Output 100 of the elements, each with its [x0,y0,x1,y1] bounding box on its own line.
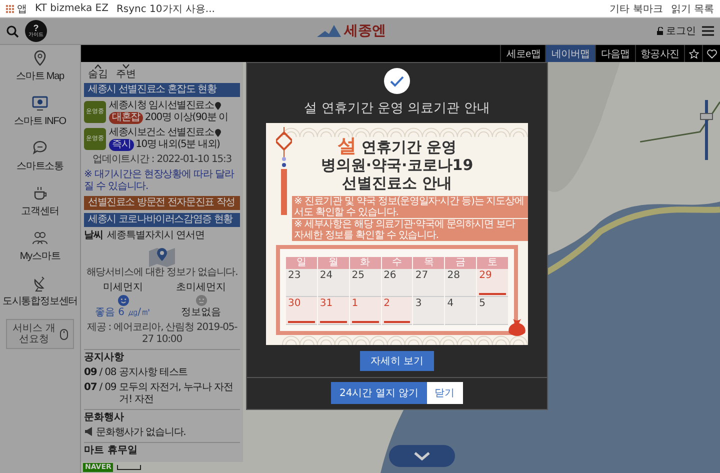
nav-item[interactable]: 스마트 Map [16,49,64,83]
face-icon [118,295,128,306]
calendar-day: 25 [350,269,381,297]
section-title: 마트 휴무일 [84,442,240,457]
clinic-name[interactable]: 세종시보건소 선별진료소 [109,127,214,139]
clinic-name[interactable]: 세종시청 임시선별진료소 [109,100,214,112]
calendar-day: 3 [413,297,444,325]
weekday-header: 목 [413,257,444,269]
dust-label: 초미세먼지 [176,282,226,294]
people-icon [31,229,49,247]
weather-title: 날씨 [84,230,103,242]
bookmark-item[interactable]: Rsync 10가지 사용... [116,2,215,16]
section-title: 문화행사 [84,409,240,424]
poster-title: 병의원·약국·코로나19 [320,156,474,174]
weekday-header: 수 [382,257,412,269]
weather-location: 세종특별자치시 연서면 [107,230,205,242]
calendar-day: 23 [286,269,317,297]
chat-bubble-icon [30,139,49,157]
panel-toggle-button[interactable]: 주변 [116,64,136,80]
calendar-day: 31 [318,297,349,325]
lock-icon [656,27,664,35]
wait-text: 10명 내외(5분 내외) [136,139,220,151]
calendar-day: 5 [477,297,508,325]
details-button[interactable]: 자세히 보기 [360,351,434,371]
star-icon [688,48,698,58]
mouse-icon [60,328,68,340]
dialog-button[interactable]: 닫기 [426,382,463,404]
weekday-header: 월 [318,257,349,269]
update-time: 업데이트시간 : 2022-01-10 15:3 [91,154,233,166]
site-logo[interactable]: 세종엔 [344,22,386,40]
link-banner[interactable]: 선별진료소 방문전 전자문진표 작성 [84,196,240,210]
favorite-button[interactable] [684,45,702,62]
calendar-day: 24 [318,269,349,297]
poster-title: 선별진료소 안내 [342,174,452,192]
poster-note: ※ 진료기관 및 약국 정보(운영일자·시간 등)는 지도상에서도 확인할 수 있습니다. [292,196,528,218]
bookmark-item[interactable]: KT bizmeka EZ [35,3,108,14]
chevron-down-icon [414,452,430,460]
dust-value: 좋음 6 ㎍/㎥ [94,307,152,319]
check-icon [384,68,410,94]
location-pin-icon[interactable] [214,129,221,137]
logo-mountain-icon [317,25,341,37]
dust-value: 정보없음 [181,307,221,319]
poster-title: 설 연휴기간 운영 [337,137,457,156]
nav-item[interactable]: 스마트소통 [16,139,64,173]
dialog-button[interactable]: 24시간 열지 않기 [331,382,427,404]
panel-toggle-button[interactable]: 숨김 [88,64,108,80]
notice-link[interactable]: 모두의 자전거, 누구나 자전거! 자전 [119,382,240,406]
calendar-day: 4 [445,297,476,325]
dialog-title: 설 연휴기간 운영 의료기관 안내 [304,100,490,117]
bookmark-apps[interactable]: 앱 [6,2,27,16]
empty-message: 문화행사가 없습니다. [96,427,186,439]
nav-item[interactable]: 도시통합정보센터 [2,274,78,308]
empty-message: 해당서비스에 대한 정보가 없습니다. [86,267,238,279]
calendar-day: 29 [477,269,508,297]
login-button[interactable]: 로그인 [656,24,696,38]
weekday-header: 토 [477,257,508,269]
chevron-up-icon [94,64,102,69]
calendar-day: 30 [286,297,317,325]
calendar-day: 1 [350,297,381,325]
congestion-tag: 대혼잡 [109,112,143,124]
monitor-icon [31,94,49,112]
folded-map-pin-icon [147,245,177,267]
location-pin-icon[interactable] [214,102,221,110]
weekday-header: 화 [350,257,381,269]
link-banner[interactable]: 세종시 코로나바이러스감염증 현황 [84,213,240,227]
calendar-day: 2 [382,297,412,325]
search-icon[interactable] [6,24,19,38]
megaphone-icon [84,427,93,436]
heart-icon [706,48,716,58]
map-type-tab[interactable]: 네이버맵 [545,45,595,62]
nav-item[interactable]: 스마트 INFO [14,94,66,128]
scale-bar-icon [117,465,142,470]
expand-button[interactable] [389,445,455,467]
section-title: 공지사항 [84,349,240,364]
nav-item[interactable]: 고객센터 [21,184,59,218]
notice-date: 07 / 09 [84,382,116,395]
like-button[interactable] [702,45,720,62]
weekday-header: 금 [445,257,476,269]
data-source: 제공 : 에어코리아, 산림청 2019-05-27 10:00 [86,322,238,346]
weekday-header: 일 [286,257,317,269]
zoom-thumb[interactable] [700,113,712,120]
congestion-tag: 즉시 [109,139,134,151]
chevron-down-icon [122,64,130,69]
poster-note: ※ 세부사항은 해당 의료기관·약국에 문의하시면 보다 자세한 정보를 확인할 수 있습니다. [292,219,528,241]
calendar-day: 27 [413,269,444,297]
apps-grid-icon [6,4,14,12]
calendar-day: 26 [382,269,412,297]
dust-label: 미세먼지 [103,282,143,294]
service-request-button[interactable]: 서비스 개선요청 [6,319,74,349]
nav-item[interactable]: My스마트 [20,229,60,263]
bookmark-folder[interactable]: 기타 북마크 [610,2,663,16]
wait-text: 200명 이상(90분 이 [144,112,228,124]
bookmark-folder[interactable]: 읽기 목록 [670,2,714,16]
calendar-day: 28 [445,269,476,297]
menu-icon[interactable] [702,26,714,36]
section-header: 세종시 선별진료소 혼잡도 현황 [84,83,240,97]
notice-date: 09 / 08 [84,367,116,379]
notice-text: ※ 대기시간은 현장상황에 따라 달라질 수 있습니다. [84,169,236,193]
notice-link[interactable]: 공지사항 테스트 [119,367,188,379]
face-icon [196,295,206,306]
